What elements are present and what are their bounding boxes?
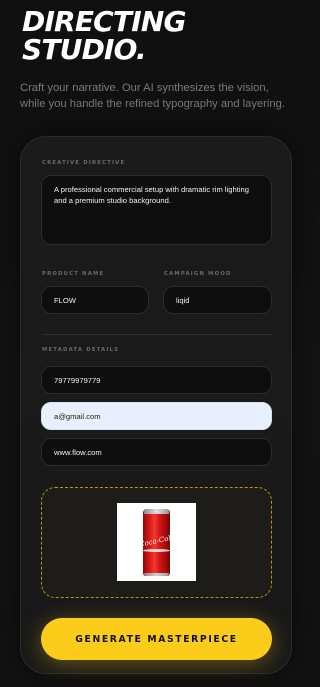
soda-can-image: Coca-Cola: [139, 509, 175, 576]
generate-masterpiece-button[interactable]: GENERATE MASTERPIECE: [41, 618, 272, 660]
can-ribbon: [143, 549, 170, 552]
campaign-mood-label: CAMPAIGN MOOD: [164, 271, 232, 277]
section-divider: [42, 334, 272, 335]
page-title: DIRECTING STUDIO.: [22, 8, 282, 64]
website-input[interactable]: www.flow.com: [41, 438, 272, 466]
product-name-input[interactable]: FLOW: [41, 286, 149, 314]
product-image-preview: Coca-Cola: [117, 503, 196, 581]
can-logo: Coca-Cola: [138, 533, 176, 549]
creative-directive-textarea[interactable]: A professional commercial setup with dra…: [41, 175, 272, 245]
can-lid: [144, 509, 169, 514]
product-name-label: PRODUCT NAME: [42, 271, 105, 277]
email-input[interactable]: a@gmail.com: [41, 402, 272, 430]
title-line-1: DIRECTING: [22, 5, 186, 38]
campaign-mood-input[interactable]: liqid: [163, 286, 272, 314]
creative-directive-label: CREATIVE DIRECTIVE: [42, 160, 126, 166]
can-base: [144, 573, 169, 576]
phone-input[interactable]: 79779979779: [41, 366, 272, 394]
page-subtitle: Craft your narrative. Our AI synthesizes…: [20, 82, 285, 110]
title-line-2: STUDIO.: [22, 33, 147, 66]
metadata-details-label: METADATA DETAILS: [42, 347, 120, 353]
